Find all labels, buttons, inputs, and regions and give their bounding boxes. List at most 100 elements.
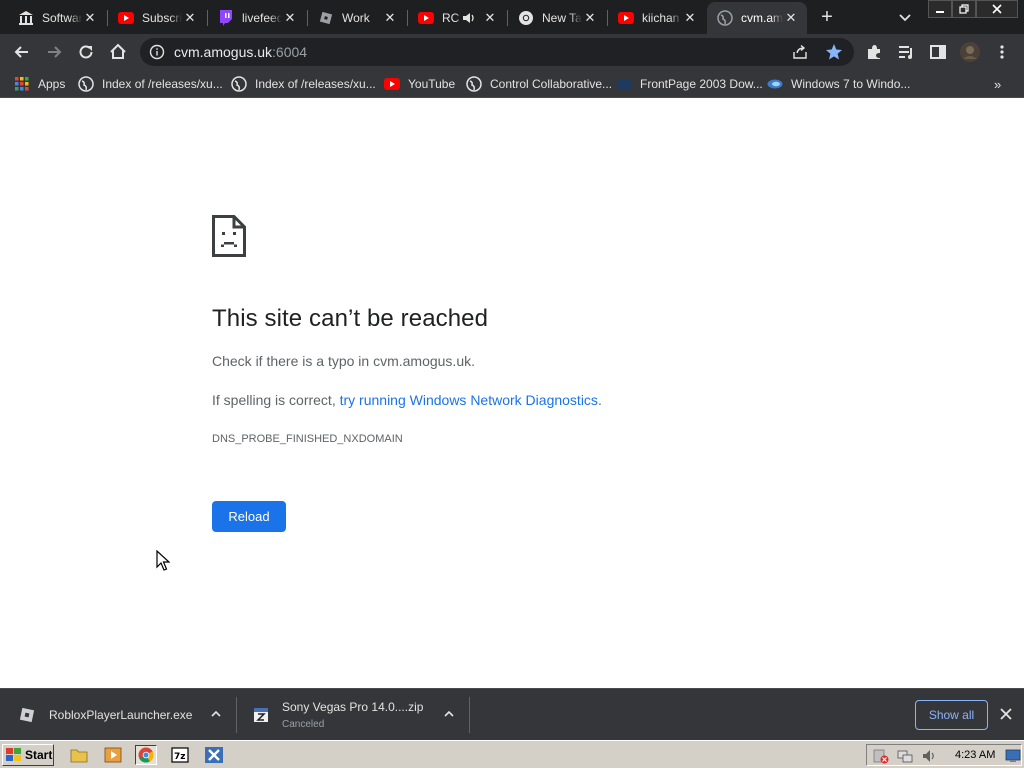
museum-icon	[18, 10, 34, 26]
tab-livefeed[interactable]: livefeed ✕	[208, 2, 306, 34]
file-explorer-icon[interactable]	[68, 745, 90, 765]
close-window-button[interactable]	[976, 0, 1018, 18]
menu-kebab-icon[interactable]	[990, 40, 1014, 64]
close-icon[interactable]: ✕	[282, 10, 298, 26]
globe-icon	[78, 76, 94, 92]
download-item-sony-vegas[interactable]: Sony Vegas Pro 14.0....zip Canceled	[252, 689, 462, 741]
download-shelf: RobloxPlayerLauncher.exe Sony Vegas Pro …	[0, 688, 1024, 740]
show-all-downloads-button[interactable]: Show all	[915, 700, 988, 730]
close-icon[interactable]: ✕	[182, 10, 198, 26]
bookmark-windows-7[interactable]: Windows 7 to Windo...	[767, 75, 910, 93]
close-icon[interactable]: ✕	[482, 10, 498, 26]
new-tab-button[interactable]: +	[816, 6, 838, 28]
profile-avatar[interactable]	[958, 40, 982, 64]
network-icon[interactable]	[897, 748, 913, 764]
tab-work[interactable]: Work ✕	[308, 2, 406, 34]
network-diagnostics-link[interactable]: try running Windows Network Diagnostics	[340, 392, 598, 408]
address-bar[interactable]: cvm.amogus.uk:6004	[140, 38, 854, 66]
youtube-icon	[618, 10, 634, 26]
download-filename: RobloxPlayerLauncher.exe	[49, 708, 193, 722]
security-alert-icon[interactable]	[873, 748, 889, 764]
side-panel-icon[interactable]	[926, 40, 950, 64]
tab-title: RC	[442, 11, 460, 25]
site-info-icon[interactable]	[149, 44, 165, 60]
bookmark-youtube[interactable]: YouTube	[384, 75, 455, 93]
minimize-button[interactable]	[928, 0, 952, 18]
sad-page-icon	[212, 215, 246, 257]
windows-taskbar: Start 7z 4:23 AM	[0, 740, 1024, 768]
diag-suffix: .	[597, 392, 602, 408]
volume-icon[interactable]	[921, 748, 937, 764]
download-status: Canceled	[282, 719, 325, 730]
chevron-up-icon[interactable]	[443, 708, 455, 723]
bookmark-label: Control Collaborative...	[490, 77, 613, 91]
media-player-icon[interactable]	[102, 745, 124, 765]
error-page: This site can’t be reached Check if ther…	[0, 103, 1024, 688]
error-typo-hint: Check if there is a typo in cvm.amogus.u…	[212, 353, 475, 369]
youtube-icon	[418, 10, 434, 26]
reload-button[interactable]: Reload	[212, 501, 286, 532]
taskbar-clock[interactable]: 4:23 AM	[955, 749, 995, 761]
visual-studio-icon[interactable]	[203, 745, 225, 765]
start-label: Start	[25, 748, 53, 762]
bookmark-frontpage-2003[interactable]: FrontPage 2003 Dow...	[616, 75, 763, 93]
globe-icon	[231, 76, 247, 92]
audio-playing-icon[interactable]	[462, 10, 478, 26]
start-button[interactable]: Start	[2, 744, 54, 766]
media-control-icon[interactable]	[894, 40, 918, 64]
tab-subscriptions[interactable]: Subscriptions ✕	[108, 2, 206, 34]
close-icon[interactable]: ✕	[783, 10, 799, 26]
close-icon[interactable]: ✕	[82, 10, 98, 26]
tab-title: Work	[342, 11, 370, 25]
bookmark-label: Windows 7 to Windo...	[791, 77, 911, 91]
back-button[interactable]	[10, 40, 34, 64]
bookmark-apps[interactable]: Apps	[14, 75, 65, 93]
typo-host: cvm.amogus.uk	[373, 353, 472, 369]
bookmark-label: YouTube	[408, 77, 456, 91]
forward-button[interactable]	[42, 40, 66, 64]
7zip-icon[interactable]: 7z	[169, 745, 191, 765]
tab-kiichan[interactable]: kiichan ✕	[608, 2, 706, 34]
bookmark-control-collaborative[interactable]: Control Collaborative...	[466, 75, 612, 93]
address-url: cvm.amogus.uk:6004	[174, 44, 307, 60]
close-icon[interactable]: ✕	[382, 10, 398, 26]
bookmark-label: Index of /releases/xu...	[102, 77, 223, 91]
chevron-up-icon[interactable]	[210, 708, 222, 723]
zip-file-icon	[252, 706, 270, 724]
tab-new-tab[interactable]: New Tab ✕	[508, 2, 606, 34]
roblox-icon	[318, 10, 334, 26]
error-diagnostics-hint: If spelling is correct, try running Wind…	[212, 392, 602, 408]
bookmarks-overflow-chevron-icon[interactable]: »	[994, 75, 1001, 93]
tab-search-chevron-icon[interactable]	[896, 8, 914, 26]
bookmarks-bar: Apps Index of /releases/xu... Index of /…	[0, 70, 1024, 98]
close-icon[interactable]: ✕	[582, 10, 598, 26]
tab-cvm-amogus[interactable]: cvm.amogus.uk ✕	[707, 2, 807, 34]
bookmark-label: FrontPage 2003 Dow...	[640, 77, 763, 91]
tab-software[interactable]: Software ✕	[8, 2, 106, 34]
download-item-roblox[interactable]: RobloxPlayerLauncher.exe	[18, 689, 228, 741]
share-icon[interactable]	[792, 44, 808, 60]
globe-icon	[717, 10, 733, 26]
system-tray: 4:23 AM	[866, 744, 1022, 766]
bookmark-index-releases-2[interactable]: Index of /releases/xu...	[231, 75, 376, 93]
twitch-icon	[218, 10, 234, 26]
home-button[interactable]	[106, 40, 130, 64]
reload-toolbar-button[interactable]	[74, 40, 98, 64]
extensions-puzzle-icon[interactable]	[862, 40, 886, 64]
tab-title: Subscriptions	[142, 11, 182, 25]
bookmark-index-releases-1[interactable]: Index of /releases/xu...	[78, 75, 223, 93]
restore-button[interactable]	[952, 0, 976, 18]
close-icon[interactable]	[997, 705, 1015, 723]
youtube-icon	[118, 10, 134, 26]
tab-rc[interactable]: RC ✕	[408, 2, 506, 34]
tab-strip: Software ✕ Subscriptions ✕ livefeed ✕ Wo…	[0, 0, 1024, 34]
bookmark-star-icon[interactable]	[825, 43, 843, 61]
close-icon[interactable]: ✕	[682, 10, 698, 26]
apps-grid-icon	[14, 76, 30, 92]
url-port: :6004	[272, 44, 308, 60]
chrome-taskbar-icon[interactable]	[135, 745, 157, 765]
bookmark-label: Index of /releases/xu...	[255, 77, 376, 91]
error-code: DNS_PROBE_FINISHED_NXDOMAIN	[212, 433, 403, 445]
show-desktop-icon[interactable]	[1005, 748, 1021, 764]
download-filename: Sony Vegas Pro 14.0....zip	[282, 700, 424, 714]
